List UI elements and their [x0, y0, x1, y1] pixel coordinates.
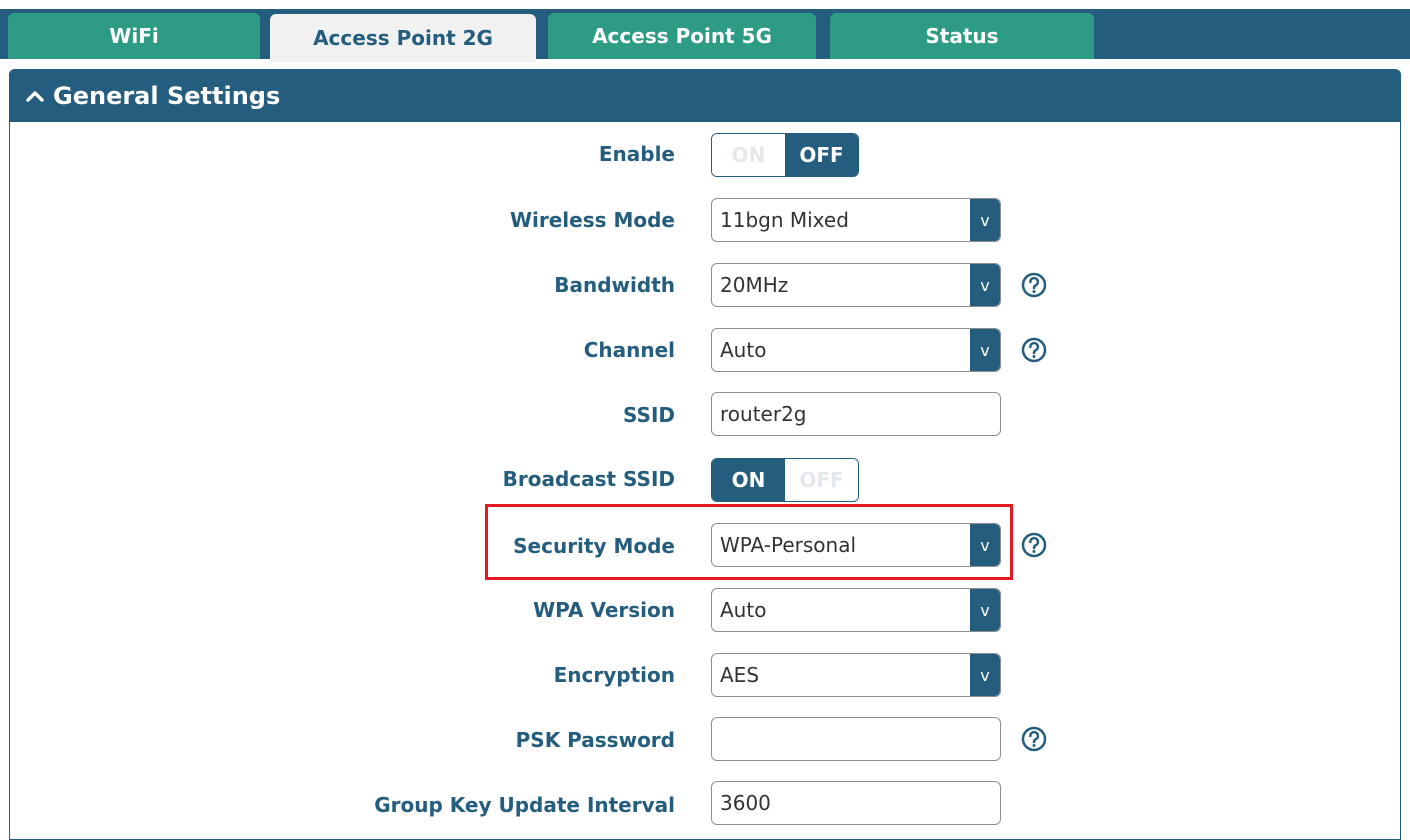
enable-off-option[interactable]: OFF — [785, 134, 858, 176]
help-icon[interactable] — [1019, 530, 1049, 560]
help-icon[interactable] — [1019, 270, 1049, 300]
chevron-down-icon[interactable]: v — [970, 329, 1000, 371]
encryption-label: Encryption — [553, 663, 675, 687]
wpa-version-label: WPA Version — [533, 598, 675, 622]
wpa-version-select[interactable]: Auto v — [711, 588, 1001, 632]
chevron-down-icon[interactable]: v — [970, 589, 1000, 631]
section-header[interactable]: General Settings — [9, 69, 1401, 122]
chevron-up-icon — [25, 89, 45, 103]
bandwidth-value: 20MHz — [720, 273, 789, 297]
chevron-down-icon[interactable]: v — [970, 264, 1000, 306]
highlight-box — [485, 504, 1013, 580]
group-key-update-interval-label: Group Key Update Interval — [374, 793, 675, 817]
broadcast-ssid-label: Broadcast SSID — [502, 467, 675, 491]
enable-toggle[interactable]: ON OFF — [711, 133, 859, 177]
psk-password-label: PSK Password — [515, 728, 675, 752]
tab-status[interactable]: Status — [830, 13, 1094, 59]
chevron-down-icon[interactable]: v — [970, 199, 1000, 241]
tab-bar: WiFi Access Point 2G Access Point 5G Sta… — [0, 9, 1410, 62]
ssid-label: SSID — [623, 403, 675, 427]
section-title: General Settings — [53, 81, 281, 110]
psk-password-input[interactable] — [711, 717, 1001, 761]
wireless-mode-value: 11bgn Mixed — [720, 208, 849, 232]
broadcast-ssid-off-option[interactable]: OFF — [785, 459, 858, 501]
tab-access-point-2g[interactable]: Access Point 2G — [270, 14, 536, 62]
ssid-input[interactable]: router2g — [711, 392, 1001, 436]
bandwidth-select[interactable]: 20MHz v — [711, 263, 1001, 307]
help-icon[interactable] — [1019, 724, 1049, 754]
enable-on-option[interactable]: ON — [712, 134, 785, 176]
tab-wifi[interactable]: WiFi — [8, 13, 260, 59]
broadcast-ssid-on-option[interactable]: ON — [712, 459, 785, 501]
help-icon[interactable] — [1019, 335, 1049, 365]
enable-label: Enable — [598, 142, 675, 166]
channel-label: Channel — [583, 338, 675, 362]
encryption-value: AES — [720, 663, 760, 687]
channel-value: Auto — [720, 338, 767, 362]
bandwidth-label: Bandwidth — [554, 273, 675, 297]
tab-access-point-5g[interactable]: Access Point 5G — [548, 13, 816, 59]
channel-select[interactable]: Auto v — [711, 328, 1001, 372]
wireless-mode-select[interactable]: 11bgn Mixed v — [711, 198, 1001, 242]
broadcast-ssid-toggle[interactable]: ON OFF — [711, 458, 859, 502]
wpa-version-value: Auto — [720, 598, 767, 622]
chevron-down-icon[interactable]: v — [970, 654, 1000, 696]
wireless-mode-label: Wireless Mode — [509, 208, 675, 232]
encryption-select[interactable]: AES v — [711, 653, 1001, 697]
group-key-update-interval-input[interactable]: 3600 — [711, 781, 1001, 825]
